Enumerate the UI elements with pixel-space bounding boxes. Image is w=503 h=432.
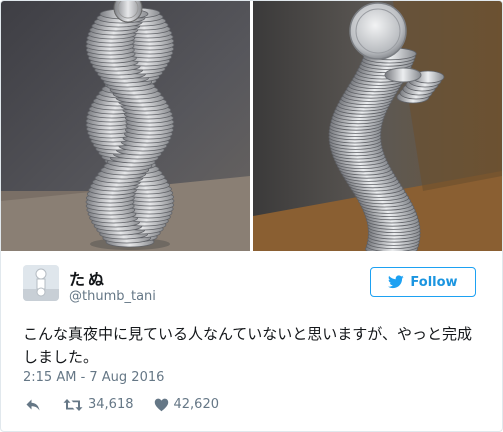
reply-icon: [25, 398, 41, 412]
follow-button[interactable]: Follow: [370, 267, 476, 297]
like-count: 42,620: [173, 397, 220, 412]
coin-tower-photo-right[interactable]: [253, 1, 502, 251]
retweet-icon: [63, 398, 83, 412]
follow-label: Follow: [410, 274, 458, 290]
user-handle[interactable]: @thumb_tani: [69, 289, 156, 304]
tweet-media[interactable]: [1, 1, 502, 251]
tweet-actions: 34,618 42,620: [25, 397, 219, 412]
tweet-header: たぬ @thumb_tani Follow: [23, 265, 486, 309]
retweet-count: 34,618: [88, 397, 134, 412]
tweet-text: こんな真夜中に見ている人なんていないと思いますが、やっと完成しました。: [23, 325, 472, 366]
retweet-button[interactable]: 34,618: [63, 397, 134, 412]
tweet-timestamp[interactable]: 2:15 AM - 7 Aug 2016: [23, 370, 164, 385]
heart-icon: [154, 398, 169, 412]
like-button[interactable]: 42,620: [154, 397, 220, 412]
coin-tower-photo-left[interactable]: [1, 1, 250, 251]
avatar[interactable]: [23, 265, 59, 301]
display-name[interactable]: たぬ: [69, 266, 107, 290]
reply-button[interactable]: [25, 398, 41, 412]
twitter-bird-icon: [388, 275, 405, 289]
tweet-card: たぬ @thumb_tani Follow こんな真夜中に見ている人なんていない…: [0, 0, 503, 432]
